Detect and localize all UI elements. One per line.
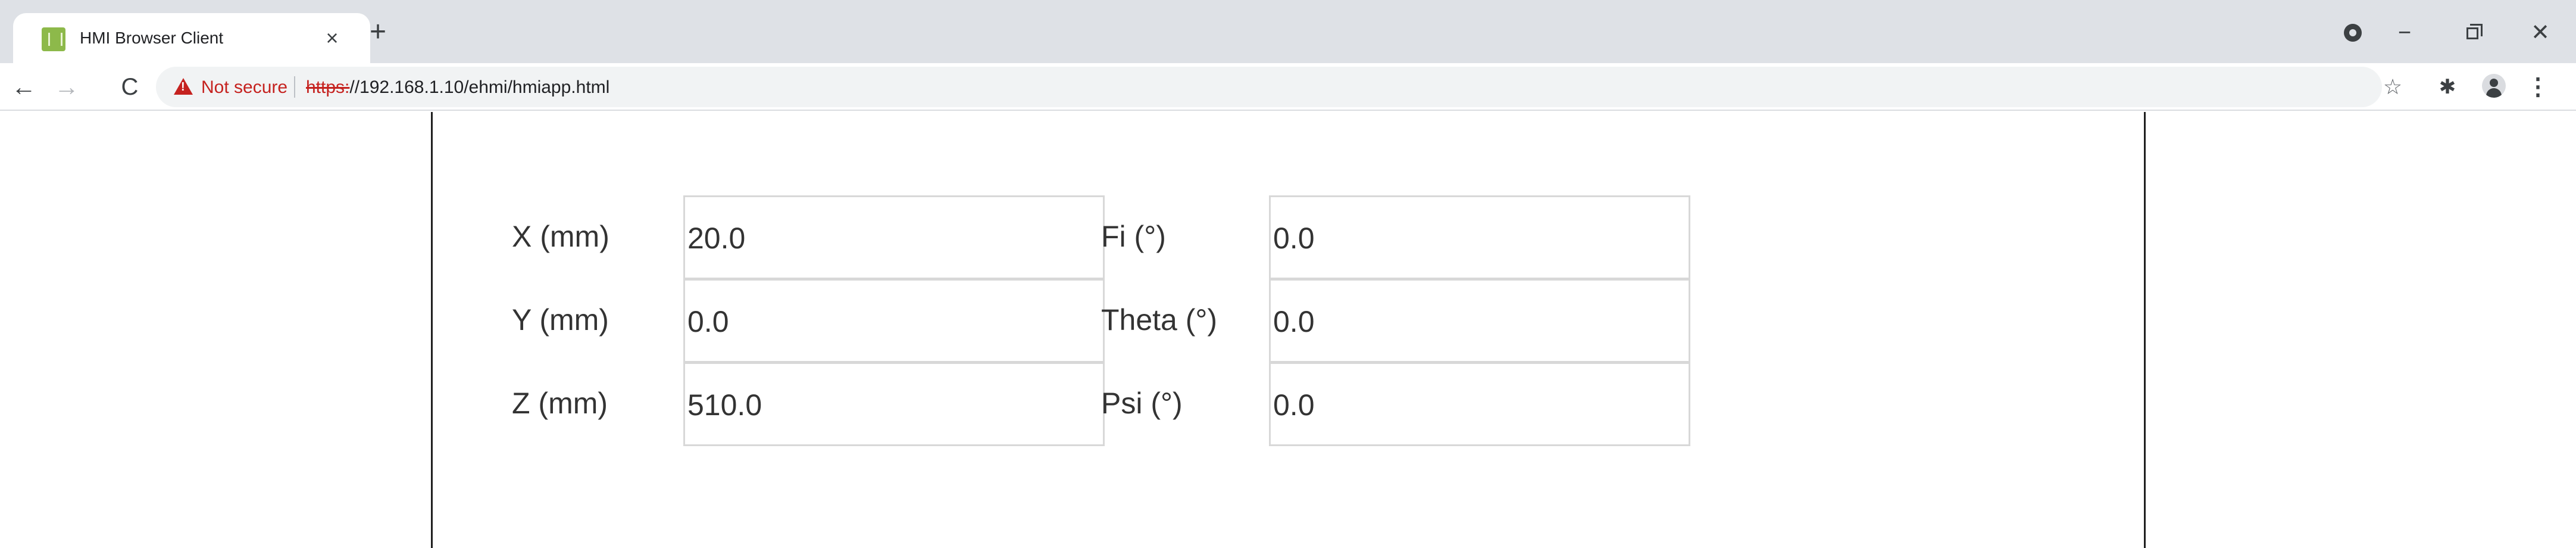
url-scheme: https: <box>306 77 350 97</box>
new-tab-button[interactable]: + <box>363 18 393 48</box>
psi-value-field[interactable]: 0.0 <box>1269 362 1690 446</box>
fi-value-field[interactable]: 0.0 <box>1269 195 1690 279</box>
profile-indicator-icon[interactable] <box>2344 24 2362 42</box>
back-arrow-icon[interactable]: ← <box>8 71 39 102</box>
fi-label: Fi (°) <box>1101 220 1166 253</box>
hmi-logo-icon <box>42 27 65 51</box>
tab-close-icon[interactable]: × <box>318 24 346 52</box>
warning-icon[interactable] <box>174 78 193 95</box>
tab-hmi-browser-client[interactable]: HMI Browser Client × <box>13 13 370 63</box>
url-text[interactable]: https://192.168.1.10/ehmi/hmiapp.html <box>306 77 609 98</box>
omnibox-divider <box>294 76 295 98</box>
tab-title: HMI Browser Client <box>80 29 224 47</box>
forward-arrow-icon[interactable]: → <box>51 71 82 102</box>
panel-border-right <box>2144 112 2146 548</box>
address-bar[interactable]: Not secure https://192.168.1.10/ehmi/hmi… <box>156 67 2382 107</box>
pose-row: X (mm) 20.0 Fi (°) 0.0 <box>512 195 1702 279</box>
y-value-field[interactable]: 0.0 <box>683 279 1105 363</box>
url-path: //192.168.1.10/ehmi/hmiapp.html <box>349 77 610 97</box>
panel-border-left <box>431 112 433 548</box>
kebab-menu-icon[interactable]: ⋮ <box>2526 71 2550 102</box>
z-value-field[interactable]: 510.0 <box>683 362 1105 446</box>
browser-toolbar: ← → C Not secure https://192.168.1.10/eh… <box>0 63 2576 111</box>
hmi-page: X (mm) 20.0 Fi (°) 0.0 Y (mm) 0.0 Theta … <box>0 112 2576 548</box>
restore-icon <box>2466 24 2483 39</box>
close-window-button[interactable]: ✕ <box>2522 18 2558 48</box>
pose-row: Y (mm) 0.0 Theta (°) 0.0 <box>512 279 1702 363</box>
theta-label: Theta (°) <box>1101 303 1218 337</box>
bookmark-star-icon[interactable]: ☆ <box>2377 71 2408 102</box>
extensions-puzzle-icon[interactable]: ✱ <box>2432 71 2463 102</box>
x-label: X (mm) <box>512 220 609 253</box>
psi-label: Psi (°) <box>1101 387 1183 420</box>
theta-value-field[interactable]: 0.0 <box>1269 279 1690 363</box>
account-avatar-icon[interactable] <box>2482 74 2506 98</box>
not-secure-label[interactable]: Not secure <box>201 77 287 98</box>
tab-strip: HMI Browser Client × + − ✕ <box>0 0 2576 63</box>
reload-icon[interactable]: C <box>114 71 145 102</box>
minimize-button[interactable]: − <box>2387 18 2422 48</box>
x-value-field[interactable]: 20.0 <box>683 195 1105 279</box>
y-label: Y (mm) <box>512 303 609 337</box>
restore-button[interactable] <box>2455 18 2490 48</box>
pose-row: Z (mm) 510.0 Psi (°) 0.0 <box>512 362 1702 446</box>
z-label: Z (mm) <box>512 387 608 420</box>
